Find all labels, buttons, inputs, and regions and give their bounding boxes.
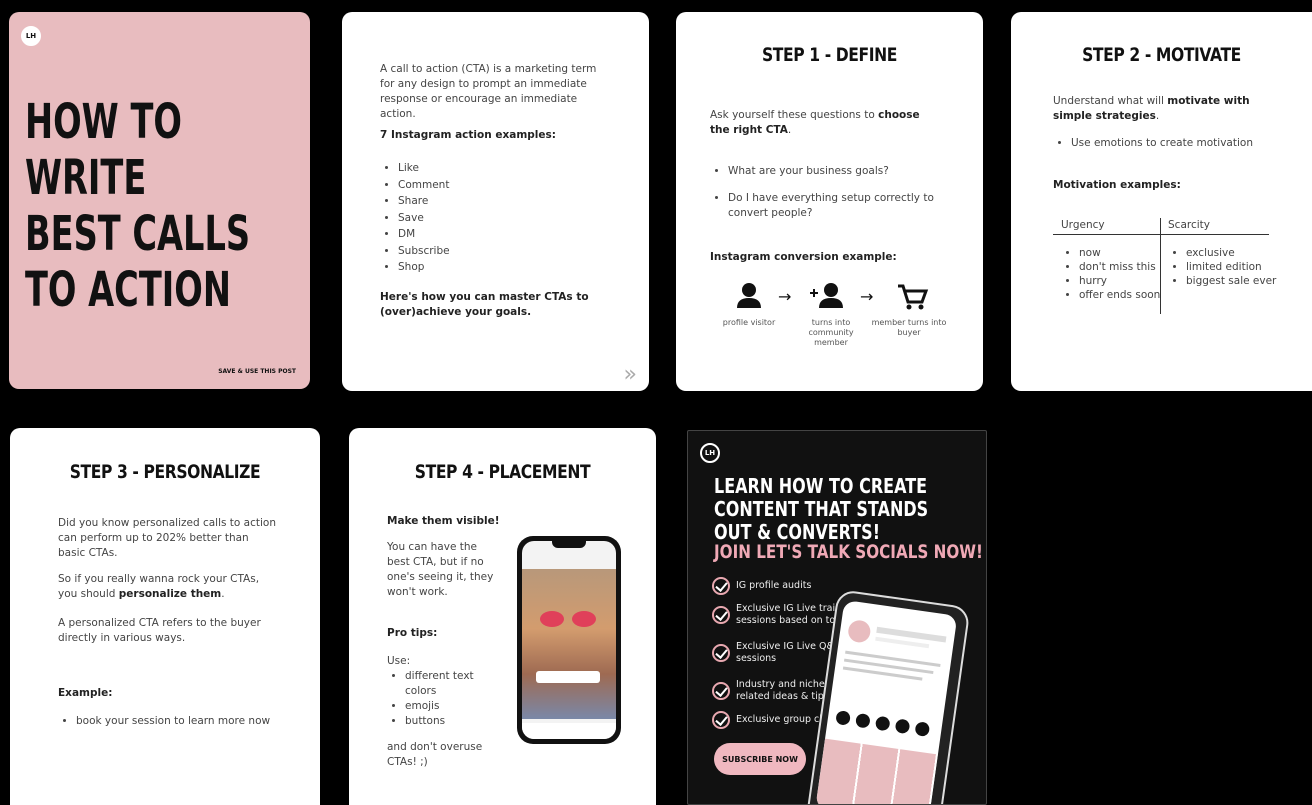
motivation-heading: Motivation examples: <box>1053 179 1181 191</box>
use-label: Use: <box>387 655 411 667</box>
step4-p1: You can have the best CTA, but if no one… <box>387 541 494 598</box>
slide-step4: STEP 4 - PLACEMENT Make them visible! Yo… <box>349 428 656 805</box>
step3-p1: Did you know personalized calls to actio… <box>58 517 277 559</box>
visible-heading: Make them visible! <box>387 515 500 527</box>
step2-intro: Understand what will motivate with simpl… <box>1053 95 1250 122</box>
cover-title: HOW TO WRITE BEST CALLS TO ACTION <box>25 94 251 318</box>
example-list: book your session to learn more now <box>58 714 298 729</box>
list-item: Subscribe <box>398 243 612 260</box>
list-item: Save <box>398 210 612 227</box>
promo-headline: LEARN HOW TO CREATE CONTENT THAT STANDS … <box>714 474 929 544</box>
flow-label: member turns into buyer <box>871 318 947 337</box>
tips-list: different text colors emojis buttons <box>387 669 491 729</box>
cart-icon <box>898 284 929 310</box>
flow-label: profile visitor <box>722 318 776 327</box>
slide-step1: STEP 1 - DEFINE Ask yourself these quest… <box>676 12 983 391</box>
slide-title: STEP 2 - MOTIVATE <box>1082 44 1241 66</box>
slide-step3: STEP 3 - PERSONALIZE Did you know person… <box>10 428 320 805</box>
slide-promo: LH LEARN HOW TO CREATE CONTENT THAT STAN… <box>687 430 987 805</box>
table-column: now don't miss this hurry offer ends soo… <box>1061 246 1161 302</box>
add-person-icon <box>810 283 843 308</box>
list-item: Do I have everything setup correctly to … <box>728 191 940 221</box>
arrow-icon: → <box>860 287 873 306</box>
intro-paragraph: A call to action (CTA) is a marketing te… <box>380 63 597 120</box>
table-header: Urgency <box>1061 219 1105 231</box>
promo-subheadline: JOIN LET'S TALK SOCIALS NOW! <box>714 541 983 563</box>
list-item: Like <box>398 160 612 177</box>
slide-title: STEP 3 - PERSONALIZE <box>69 461 261 483</box>
check-circle-icon <box>712 711 730 729</box>
list-item: Shop <box>398 259 612 276</box>
list-item: What are your business goals? <box>728 164 940 179</box>
table-header: Scarcity <box>1168 219 1210 231</box>
slide-intro: A call to action (CTA) is a marketing te… <box>342 12 649 391</box>
slide-title: STEP 4 - PLACEMENT <box>414 461 591 483</box>
questions-list: What are your business goals? Do I have … <box>710 164 940 221</box>
person-icon <box>737 283 761 308</box>
motivation-bullet: Use emotions to create motivation <box>1053 136 1283 151</box>
list-item: different text colors <box>405 669 491 699</box>
list-item: DM <box>398 226 612 243</box>
list-item: book your session to learn more now <box>76 714 298 729</box>
list-item: Use emotions to create motivation <box>1071 136 1283 151</box>
check-circle-icon <box>712 577 730 595</box>
list-item: Share <box>398 193 612 210</box>
feature-item: IG profile audits <box>712 577 856 595</box>
conversion-heading: Instagram conversion example: <box>710 251 897 263</box>
slide-cover: LH HOW TO WRITE BEST CALLS TO ACTION SAV… <box>9 12 310 389</box>
list-item: Comment <box>398 177 612 194</box>
flow-label: turns into community member <box>808 318 854 347</box>
conversion-flow: → → <box>737 283 929 310</box>
check-circle-icon <box>712 644 730 662</box>
motivation-table: Urgency Scarcity now don't miss this hur… <box>1053 218 1276 314</box>
slide-step2: STEP 2 - MOTIVATE Understand what will m… <box>1011 12 1312 391</box>
list-item: buttons <box>405 714 491 729</box>
examples-heading: 7 Instagram action examples: <box>380 129 556 141</box>
arrow-icon: → <box>778 287 791 306</box>
list-item: emojis <box>405 699 491 714</box>
check-circle-icon <box>712 606 730 624</box>
step3-p2: So if you really wanna rock your CTAs, y… <box>58 573 260 600</box>
step3-p3: A personalized CTA refers to the buyer d… <box>58 617 261 644</box>
cover-footer: SAVE & USE THIS POST <box>218 368 296 375</box>
examples-list: Like Comment Share Save DM Subscribe Sho… <box>380 160 612 276</box>
example-heading: Example: <box>58 687 113 699</box>
sunglasses-icon <box>540 611 596 627</box>
subscribe-button[interactable]: SUBSCRIBE NOW <box>714 743 806 775</box>
step4-outro: and don't overuse CTAs! ;) <box>387 741 483 768</box>
brand-logo: LH <box>21 26 41 46</box>
slide-title: STEP 1 - DEFINE <box>761 44 898 66</box>
table-column: exclusive limited edition biggest sale e… <box>1168 246 1278 288</box>
phone-mockup <box>517 536 621 744</box>
outro-paragraph: Here's how you can master CTAs to (over)… <box>380 291 589 318</box>
check-circle-icon <box>712 682 730 700</box>
next-arrow-icon[interactable]: » <box>624 362 637 387</box>
step1-intro: Ask yourself these questions to choose t… <box>710 109 920 136</box>
tips-heading: Pro tips: <box>387 627 438 639</box>
brand-logo: LH <box>700 443 720 463</box>
